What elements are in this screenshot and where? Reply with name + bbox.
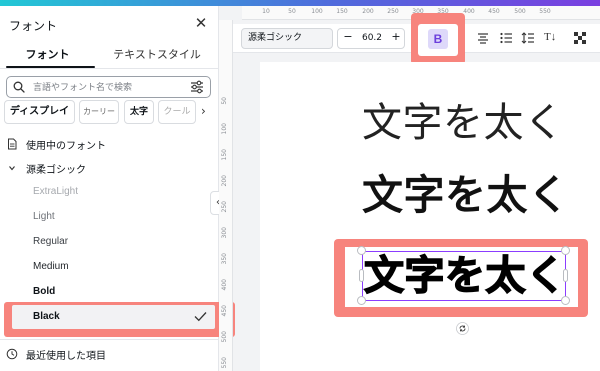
resize-handle-bottom-right[interactable] (561, 296, 570, 305)
ruler-tick: 450 (488, 8, 500, 15)
increase-size-button[interactable]: + (390, 30, 402, 43)
font-size-stepper[interactable]: − 60.2 + (337, 28, 405, 49)
chip-cool[interactable]: クール (158, 100, 196, 124)
tab-divider (0, 68, 219, 69)
ruler-vertical: 50 100 150 200 250 300 350 400 450 500 5… (219, 20, 233, 371)
document-icon (8, 138, 17, 150)
ruler-tick: 10 (262, 8, 270, 15)
clock-icon (6, 348, 18, 360)
rotate-icon[interactable] (456, 322, 469, 335)
resize-handle-top-right[interactable] (561, 246, 570, 255)
ruler-tick: 200 (362, 8, 374, 15)
ruler-tick: 500 (514, 8, 526, 15)
section-fonts-in-use: 使用中のフォント (6, 136, 106, 152)
line-spacing-icon[interactable] (521, 31, 535, 45)
ruler-tick: 350 (221, 253, 228, 265)
ruler-tick: 400 (463, 8, 475, 15)
ruler-tick: 50 (221, 97, 228, 105)
tab-text-style[interactable]: テキストスタイル (95, 46, 219, 62)
tab-font[interactable]: フォント (0, 46, 95, 62)
chip-display[interactable]: ディスプレイ (4, 100, 75, 124)
align-center-icon[interactable] (476, 31, 490, 45)
section-label: 使用中のフォント (26, 140, 106, 152)
ruler-tick: 150 (336, 8, 348, 15)
search-icon (13, 81, 25, 93)
text-sample-bold[interactable]: 文字を太く (362, 175, 592, 216)
text-sample-light[interactable]: 文字を太く (362, 103, 592, 143)
chevron-down-icon[interactable] (6, 162, 18, 174)
resize-handle-top-left[interactable] (357, 246, 366, 255)
bold-button[interactable]: B (428, 29, 448, 49)
ruler-tick: 550 (221, 357, 228, 369)
font-family-dropdown[interactable]: 源柔ゴシック (241, 28, 333, 49)
weight-item-extralight[interactable]: ExtraLight (33, 186, 78, 197)
font-family-label: 源柔ゴシック (26, 164, 86, 176)
recent-label: 最近使用した項目 (26, 350, 106, 362)
ruler-tick: 250 (221, 201, 228, 213)
section-recent: 最近使用した項目 (6, 346, 106, 362)
decrease-size-button[interactable]: − (342, 30, 354, 43)
weight-item-black-label: Black (33, 311, 60, 322)
search-input[interactable] (33, 80, 183, 95)
weight-item-bold[interactable]: Bold (33, 286, 55, 297)
check-icon (194, 312, 207, 322)
chip-bold[interactable]: 太字 (124, 100, 154, 124)
filter-icon[interactable] (190, 80, 204, 94)
resize-handle-bottom-left[interactable] (357, 296, 366, 305)
resize-handle-right[interactable] (563, 269, 568, 282)
ruler-tick: 400 (221, 279, 228, 291)
weight-item-light[interactable]: Light (33, 211, 55, 222)
ruler-tick: 500 (221, 331, 228, 343)
search-box[interactable] (6, 76, 211, 98)
ruler-tick: 550 (539, 8, 551, 15)
ruler-tick: 50 (288, 8, 296, 15)
ruler-tick: 300 (221, 227, 228, 239)
ruler-tick: 100 (311, 8, 323, 15)
close-icon[interactable]: ✕ (193, 15, 209, 31)
weight-item-regular[interactable]: Regular (33, 236, 68, 247)
ruler-tick: 200 (221, 175, 228, 187)
list-icon[interactable] (499, 31, 513, 45)
font-size-value[interactable]: 60.2 (356, 33, 388, 43)
panel-divider (0, 339, 219, 340)
ruler-tick: 150 (221, 149, 228, 161)
text-sample-black[interactable]: 文字を太く (363, 255, 566, 296)
weight-item-medium[interactable]: Medium (33, 261, 69, 272)
panel-title: フォント (9, 19, 58, 33)
ruler-tick: 250 (387, 8, 399, 15)
transparency-icon[interactable] (573, 31, 587, 45)
chevron-right-icon[interactable]: › (201, 104, 213, 118)
resize-handle-left[interactable] (359, 269, 364, 282)
chip-curly[interactable]: カーリー (79, 100, 119, 124)
font-family-row[interactable]: 源柔ゴシック (6, 160, 86, 176)
ruler-tick: 100 (221, 123, 228, 135)
ruler-tick: 450 (221, 305, 228, 317)
text-direction-icon[interactable]: T↓ (544, 31, 556, 43)
